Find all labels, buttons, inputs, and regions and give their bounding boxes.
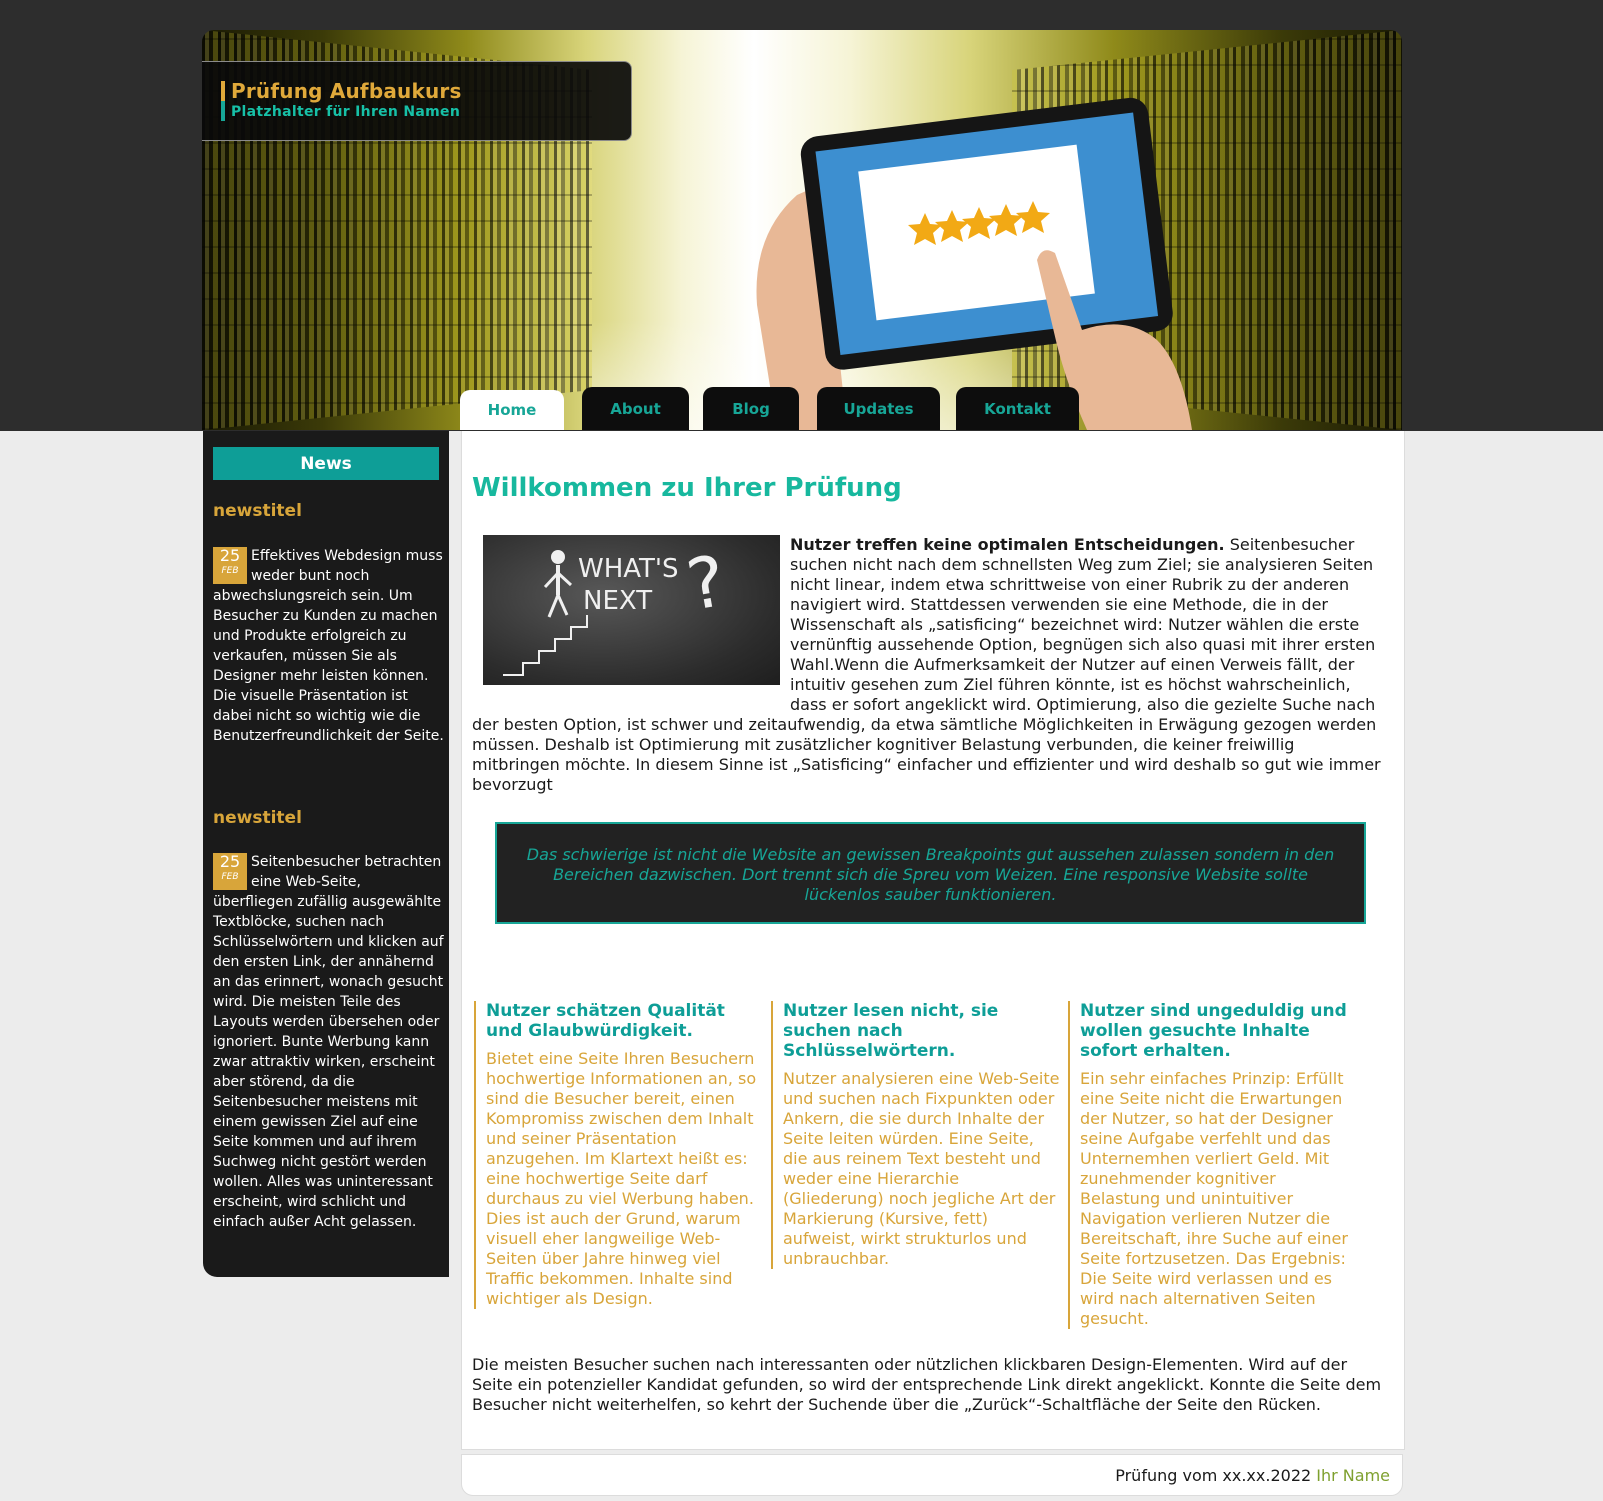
site-subtitle: Platzhalter für Ihren Namen: [231, 104, 461, 120]
main-content: Willkommen zu Ihrer Prüfung Nutzer treff…: [461, 431, 1405, 1450]
news-post-title[interactable]: newstitel: [213, 501, 302, 521]
date-badge: 25 FEB: [213, 547, 247, 584]
nav-tab-blog[interactable]: Blog: [703, 387, 799, 430]
date-badge: 25 FEB: [213, 853, 247, 890]
brand-accent-bar: [221, 81, 225, 121]
news-heading: News: [213, 447, 439, 480]
header-banner: Prüfung Aufbaukurs Platzhalter für Ihren…: [202, 30, 1402, 430]
news-post: 25 FEB Seitenbesucher betrachten eine We…: [213, 852, 445, 1232]
feature-column: Nutzer schätzen Qualität und Glaubwürdig…: [474, 1001, 762, 1309]
feature-column-title: Nutzer schätzen Qualität und Glaubwürdig…: [486, 1001, 725, 1041]
site-title[interactable]: Prüfung Aufbaukurs: [231, 79, 462, 103]
page-title: Willkommen zu Ihrer Prüfung: [472, 473, 902, 503]
news-sidebar: News newstitel 25 FEB Effektives Webdesi…: [203, 431, 449, 1277]
brand-box: Prüfung Aufbaukurs Platzhalter für Ihren…: [202, 61, 632, 141]
image-text-whats: WHAT'S: [578, 554, 679, 584]
quote-box: Das schwierige ist nicht die Website an …: [495, 822, 1366, 924]
tablet-rating-illustration: [756, 97, 1192, 430]
feature-column-text: Ein sehr einfaches Prinzip: Erfüllt eine…: [1080, 1069, 1348, 1328]
news-post-text: Effektives Webdesign muss weder bunt noc…: [213, 548, 444, 744]
feature-column-text: Bietet eine Seite Ihren Besuchern hochwe…: [486, 1049, 757, 1308]
news-post-title[interactable]: newstitel: [213, 808, 302, 828]
date-day: 25: [219, 852, 241, 871]
footer-author-name[interactable]: Ihr Name: [1316, 1466, 1390, 1485]
footer-exam-date: Prüfung vom xx.xx.2022: [1115, 1466, 1312, 1485]
image-text-next: NEXT: [583, 586, 652, 616]
feature-column-title: Nutzer sind ungeduldig und wollen gesuch…: [1080, 1001, 1347, 1061]
intro-bold-text: Nutzer treffen keine optimalen Entscheid…: [790, 535, 1225, 554]
news-post: 25 FEB Effektives Webdesign muss weder b…: [213, 546, 445, 746]
feature-column-text: Nutzer analysieren eine Web-Seite und su…: [783, 1069, 1060, 1268]
feature-column-title: Nutzer lesen nicht, sie suchen nach Schl…: [783, 1001, 999, 1061]
nav-tab-kontakt[interactable]: Kontakt: [956, 387, 1079, 430]
news-post-text: Seitenbesucher betrachten eine Web-Seite…: [213, 854, 444, 1230]
footer-text: Prüfung vom xx.xx.2022 Ihr Name: [1115, 1466, 1390, 1485]
closing-paragraph: Die meisten Besucher suchen nach interes…: [472, 1355, 1382, 1414]
footer: Prüfung vom xx.xx.2022 Ihr Name: [461, 1454, 1403, 1496]
nav-tab-home[interactable]: Home: [460, 390, 564, 430]
date-day: 25: [219, 546, 241, 565]
feature-column: Nutzer lesen nicht, sie suchen nach Schl…: [771, 1001, 1061, 1269]
quote-text: Das schwierige ist nicht die Website an …: [526, 845, 1335, 904]
feature-column: Nutzer sind ungeduldig und wollen gesuch…: [1068, 1001, 1356, 1329]
whats-next-image: WHAT'S NEXT ?: [483, 535, 780, 685]
date-month: FEB: [221, 872, 239, 882]
nav-tab-updates[interactable]: Updates: [817, 387, 940, 430]
nav-tab-about[interactable]: About: [582, 387, 689, 430]
date-month: FEB: [221, 566, 239, 576]
image-question-mark: ?: [681, 540, 732, 627]
